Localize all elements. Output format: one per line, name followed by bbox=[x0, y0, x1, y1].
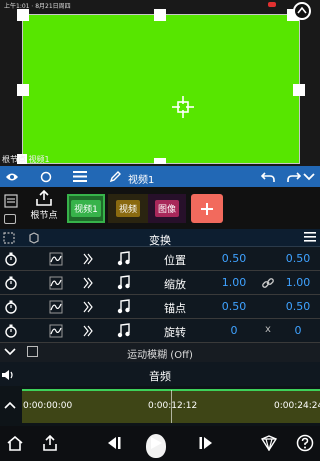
chevron-up-icon[interactable] bbox=[4, 400, 16, 410]
transform-row-rotation: 旋转 0 x 0 bbox=[0, 319, 320, 343]
exit-fullscreen-icon[interactable] bbox=[293, 2, 311, 20]
property-name: 位置 bbox=[164, 254, 186, 267]
stopwatch-icon[interactable] bbox=[4, 324, 18, 338]
transform-row-scale: 缩放 1.00 1.00 bbox=[0, 271, 320, 295]
anchor-crosshair-icon[interactable] bbox=[172, 96, 194, 118]
plus-icon bbox=[201, 202, 213, 215]
audio-title: 音频 bbox=[149, 370, 171, 383]
timecode-mid: 0:00:12:12 bbox=[148, 401, 198, 411]
property-name: 旋转 bbox=[164, 326, 186, 339]
chevrons-right-icon[interactable] bbox=[83, 301, 95, 313]
circle-icon[interactable] bbox=[36, 168, 56, 185]
property-name: 锚点 bbox=[164, 302, 186, 315]
root-node-label: 根节点 bbox=[30, 211, 58, 221]
timecode-start: 0:00:00:00 bbox=[23, 401, 73, 411]
music-note-icon[interactable] bbox=[117, 299, 130, 314]
preview-area[interactable]: 上午1:01 ⋅ 8月21日周四 根节点 视频1 bbox=[0, 0, 320, 166]
layer-chip-video[interactable]: 视频 bbox=[108, 194, 148, 223]
chevrons-right-icon[interactable] bbox=[83, 253, 95, 265]
property-value-x[interactable]: 0.50 bbox=[214, 252, 254, 265]
resize-handle-left[interactable] bbox=[17, 84, 29, 96]
property-name: 缩放 bbox=[164, 278, 186, 291]
music-note-icon[interactable] bbox=[117, 251, 130, 266]
resize-handle-top[interactable] bbox=[154, 9, 166, 21]
chevrons-right-icon[interactable] bbox=[83, 277, 95, 289]
upload-icon bbox=[36, 189, 52, 206]
collapse-icon[interactable] bbox=[300, 168, 318, 185]
undo-icon[interactable] bbox=[258, 168, 278, 185]
layer-title[interactable]: 视频1 bbox=[128, 171, 154, 186]
multiplier-label: x bbox=[265, 324, 271, 335]
step-forward-icon[interactable] bbox=[196, 432, 218, 454]
transform-panel: 变换 位置 0.50 0.50 缩放 1.00 1.00 锚点 0.50 0.5 bbox=[0, 229, 320, 362]
resize-handle-bottom[interactable] bbox=[154, 158, 166, 164]
stopwatch-icon[interactable] bbox=[4, 276, 18, 290]
share-icon[interactable] bbox=[39, 432, 61, 454]
timecode-end: 0:00:24:24 bbox=[274, 401, 320, 411]
property-value-x[interactable]: 1.00 bbox=[214, 276, 254, 289]
resize-handle-top-left[interactable] bbox=[17, 9, 29, 21]
layer-side-button[interactable] bbox=[4, 214, 16, 224]
curve-graph-icon[interactable] bbox=[49, 276, 63, 290]
layer-chip-label: 视频 bbox=[115, 200, 140, 217]
curve-graph-icon[interactable] bbox=[49, 300, 63, 314]
layer-strip: 根节点 视频1 视频 图像 bbox=[0, 187, 320, 229]
layer-canvas[interactable] bbox=[17, 9, 305, 164]
touch-indicator bbox=[146, 434, 166, 458]
hamburger-icon[interactable] bbox=[70, 168, 90, 185]
resize-handle-right[interactable] bbox=[293, 84, 305, 96]
add-layer-button[interactable] bbox=[191, 194, 223, 223]
property-value-turns[interactable]: 0 bbox=[278, 324, 318, 337]
step-back-icon[interactable] bbox=[102, 432, 124, 454]
property-value-y[interactable]: 1.00 bbox=[278, 276, 318, 289]
transform-header[interactable]: 变换 bbox=[0, 229, 320, 247]
stopwatch-icon[interactable] bbox=[4, 300, 18, 314]
motion-blur-label: 运动模糊 (Off) bbox=[127, 350, 193, 361]
chevrons-right-icon[interactable] bbox=[83, 325, 95, 337]
menu-icon[interactable] bbox=[304, 231, 316, 243]
property-value-y[interactable]: 0.50 bbox=[278, 252, 318, 265]
curve-graph-icon[interactable] bbox=[49, 324, 63, 338]
property-value-rotation[interactable]: 0 bbox=[214, 324, 254, 337]
transform-title: 变换 bbox=[149, 234, 171, 247]
music-note-icon[interactable] bbox=[117, 323, 130, 338]
root-node-button[interactable]: 根节点 bbox=[24, 189, 64, 227]
stopwatch-icon[interactable] bbox=[4, 252, 18, 266]
home-icon[interactable] bbox=[4, 432, 26, 454]
property-value-x[interactable]: 0.50 bbox=[214, 300, 254, 313]
property-value-y[interactable]: 0.50 bbox=[278, 300, 318, 313]
link-icon[interactable] bbox=[258, 276, 278, 290]
audio-timeline[interactable]: 0:00:00:00 0:00:12:12 0:00:24:24 bbox=[0, 386, 320, 426]
status-bar-text: 上午1:01 ⋅ 8月21日周四 bbox=[4, 3, 71, 10]
music-note-icon[interactable] bbox=[117, 275, 130, 290]
curve-graph-icon[interactable] bbox=[49, 252, 63, 266]
store-icon[interactable] bbox=[258, 432, 280, 454]
recording-indicator bbox=[268, 2, 276, 7]
layer-list-icon[interactable] bbox=[4, 194, 18, 208]
layer-chip-video1[interactable]: 视频1 bbox=[67, 194, 105, 223]
layer-chip-label: 视频1 bbox=[71, 200, 101, 217]
preview-layer-label: 根节点 视频1 bbox=[2, 155, 50, 164]
editor-toolbar: 视频1 bbox=[0, 166, 320, 187]
audio-header[interactable]: 音频 bbox=[0, 362, 320, 386]
layer-chip-image[interactable]: 图像 bbox=[148, 194, 186, 223]
transform-row-position: 位置 0.50 0.50 bbox=[0, 247, 320, 271]
transform-row-anchor: 锚点 0.50 0.50 bbox=[0, 295, 320, 319]
layer-chip-label: 图像 bbox=[154, 200, 179, 217]
motion-blur-row[interactable]: 运动模糊 (Off) bbox=[0, 343, 320, 362]
pencil-icon[interactable] bbox=[106, 168, 124, 185]
bottom-bar bbox=[0, 426, 320, 461]
eye-icon[interactable] bbox=[2, 168, 22, 185]
help-icon[interactable] bbox=[294, 432, 316, 454]
